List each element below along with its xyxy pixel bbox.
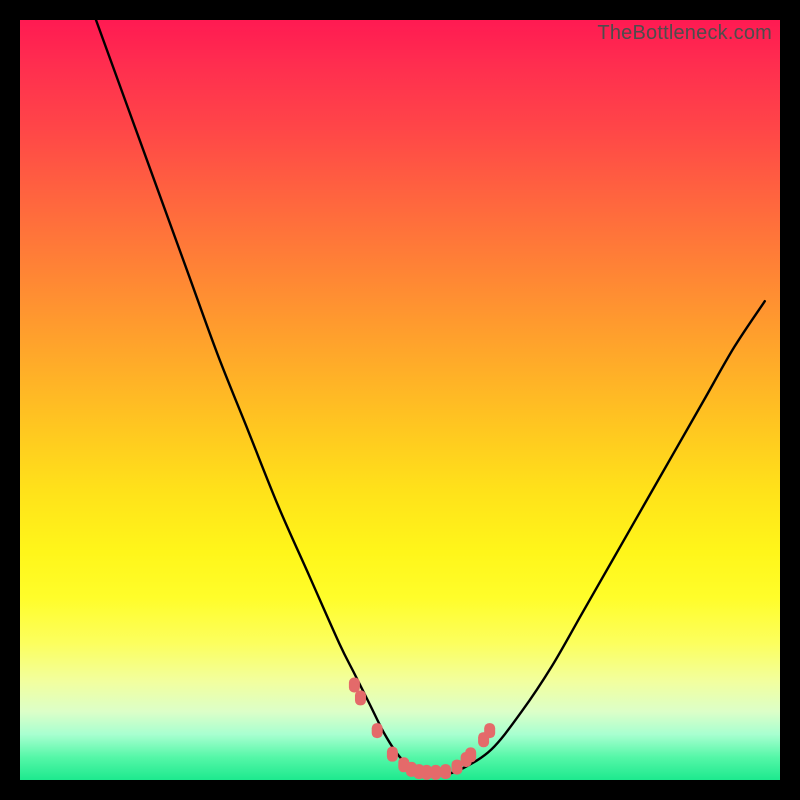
marker-dot [349, 678, 360, 693]
marker-dot [465, 747, 476, 762]
optimal-markers [349, 678, 495, 780]
chart-frame: TheBottleneck.com [0, 0, 800, 800]
marker-dot [387, 747, 398, 762]
plot-area: TheBottleneck.com [20, 20, 780, 780]
marker-dot [484, 723, 495, 738]
marker-dot [430, 765, 441, 780]
chart-svg [20, 20, 780, 780]
bottleneck-curve [96, 20, 765, 774]
marker-dot [440, 764, 451, 779]
marker-dot [372, 723, 383, 738]
watermark-text: TheBottleneck.com [597, 22, 772, 45]
marker-dot [355, 690, 366, 705]
